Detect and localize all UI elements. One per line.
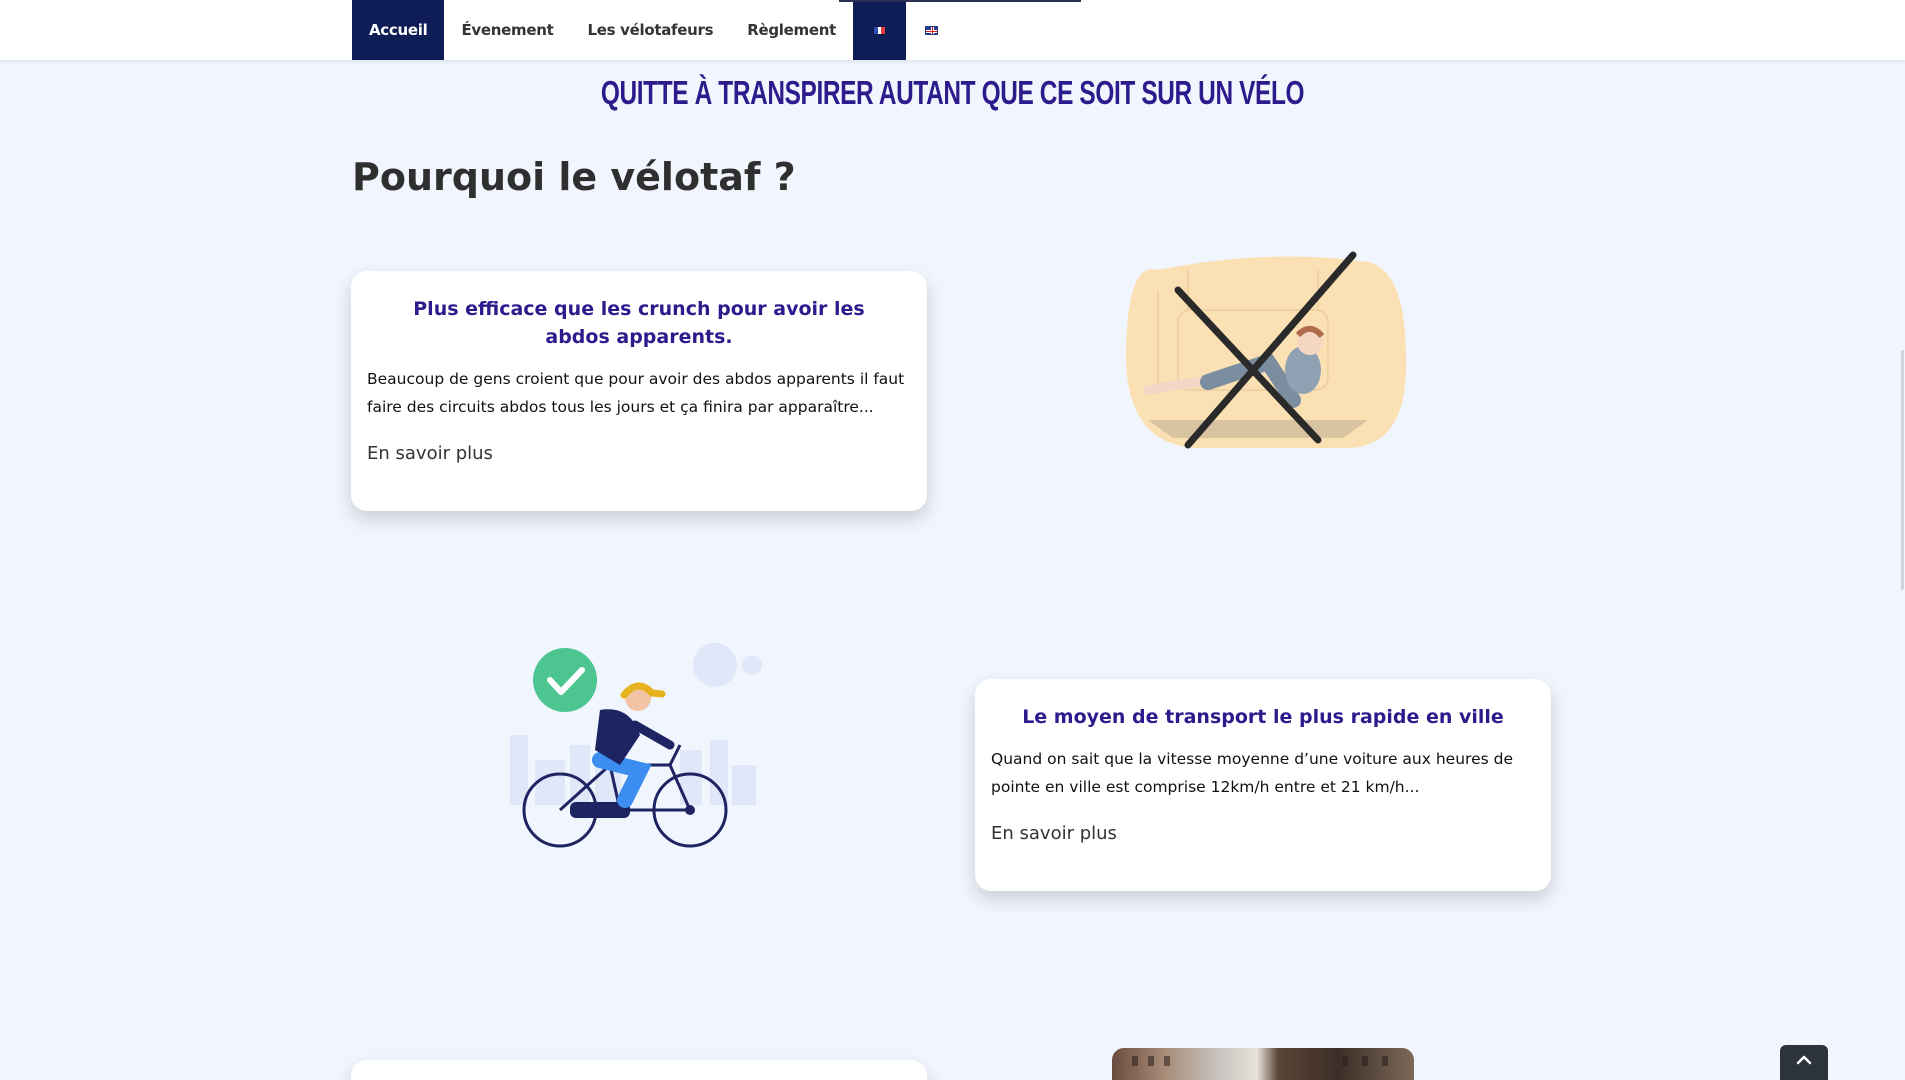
- card-text: Beaucoup de gens croient que pour avoir …: [367, 370, 905, 416]
- language-french-button[interactable]: [852, 0, 906, 60]
- cyclist-illustration: [510, 643, 762, 848]
- page-scrollbar[interactable]: [1901, 60, 1905, 1080]
- top-navigation: Accueil Évenement Les vélotafeurs Règlem…: [0, 0, 1905, 60]
- nav-item-reglement[interactable]: Règlement: [730, 0, 853, 60]
- section-title: Pourquoi le vélotaf ?: [352, 155, 796, 199]
- benefit-card-partial: [351, 1060, 927, 1080]
- nav-item-evenement[interactable]: Évenement: [444, 0, 570, 60]
- street-photo-image: [1112, 1048, 1414, 1080]
- card-text: Quand on sait que la vitesse moyenne d’u…: [991, 750, 1513, 796]
- benefit-card-abs: Plus efficace que les crunch pour avoir …: [351, 271, 927, 511]
- uk-flag-icon: [924, 25, 938, 35]
- read-more-link[interactable]: En savoir plus: [991, 823, 1117, 844]
- crossed-out-crunch-illustration: [1125, 251, 1407, 449]
- nav-item-velotafeurs[interactable]: Les vélotafeurs: [570, 0, 730, 60]
- back-to-top-button[interactable]: [1780, 1045, 1828, 1080]
- card-title: Plus efficace que les crunch pour avoir …: [413, 298, 865, 348]
- scrollbar-thumb[interactable]: [1901, 350, 1904, 590]
- french-flag-icon: [872, 25, 886, 35]
- nav-menu: Accueil Évenement Les vélotafeurs Règlem…: [352, 0, 957, 60]
- benefit-card-speed: Le moyen de transport le plus rapide en …: [975, 679, 1551, 891]
- chevron-up-icon: [1796, 1055, 1812, 1065]
- card-title: Le moyen de transport le plus rapide en …: [1022, 706, 1504, 728]
- checkmark-badge-icon: [533, 648, 597, 712]
- language-english-button[interactable]: [906, 0, 957, 60]
- nav-hover-indicator: [839, 0, 1081, 2]
- read-more-link[interactable]: En savoir plus: [367, 443, 493, 464]
- page-tagline: QUITTE À TRANSPIRER AUTANT QUE CE SOIT S…: [600, 74, 1305, 111]
- nav-item-accueil[interactable]: Accueil: [352, 0, 445, 60]
